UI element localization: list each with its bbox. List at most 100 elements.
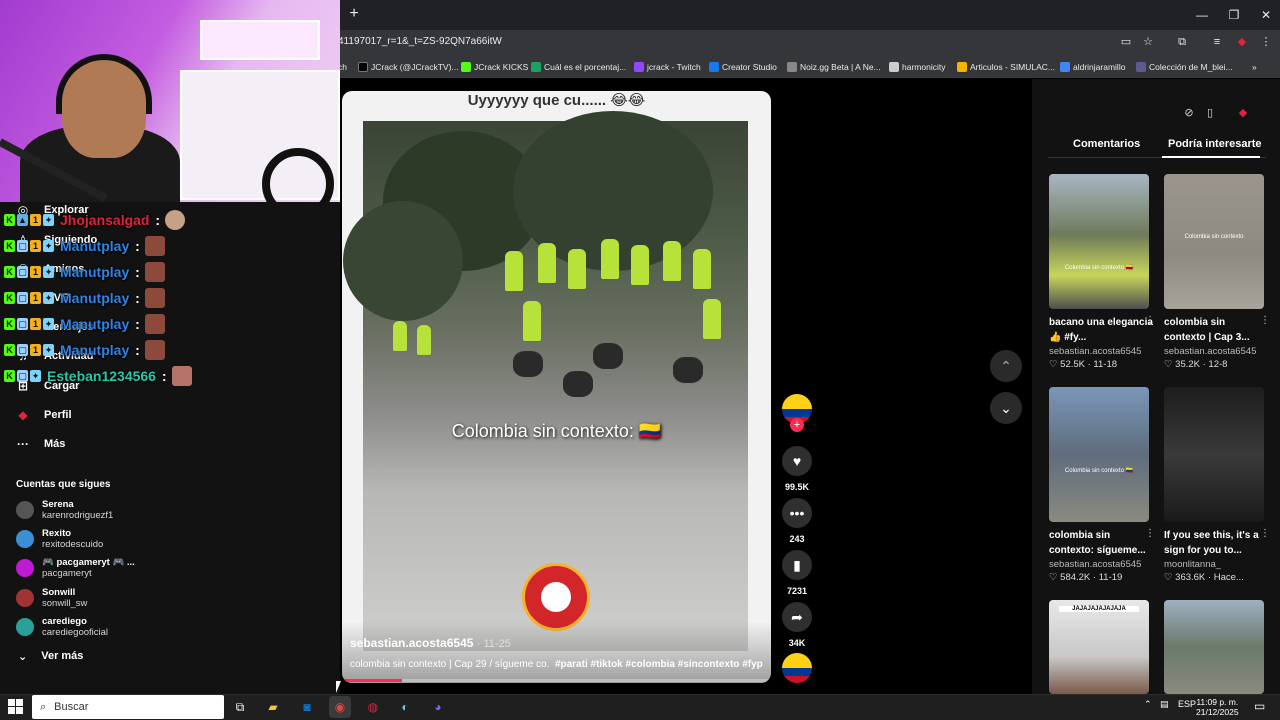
comment-icon[interactable]: •••	[782, 498, 812, 528]
profile-icon: ◆	[18, 408, 28, 422]
suggested-video-card[interactable]: JAJAJAJAJAJAJA	[1049, 600, 1153, 694]
share-action[interactable]: ➦ 34K	[782, 602, 812, 648]
suggested-video-card[interactable]: ⋮ If you see this, it's a sign for you t…	[1164, 387, 1270, 583]
avatar	[16, 501, 34, 519]
bookmark-icon[interactable]: ▮	[782, 550, 812, 580]
save-action[interactable]: ▮ 7231	[782, 550, 812, 596]
chat-username[interactable]: Esteban1234566	[47, 368, 156, 384]
more-options-icon[interactable]: ⋮	[1260, 528, 1270, 539]
suggested-video-card[interactable]: Colombia sin contexto 🇨🇴 ⋮ bacano una el…	[1049, 174, 1155, 370]
following-item[interactable]: Serena karenrodriguezf1	[16, 497, 113, 523]
menu-dots-icon[interactable]: ⋮	[1258, 34, 1274, 50]
video-thumbnail[interactable]	[1164, 387, 1264, 522]
extensions-icon[interactable]: ⧉	[1174, 34, 1190, 50]
more-options-icon[interactable]: ⋮	[1145, 528, 1155, 539]
taskbar-search[interactable]: ⌕ Buscar	[32, 695, 224, 719]
close-button[interactable]: ✕	[1254, 6, 1278, 24]
nav-mas[interactable]: ··· Más	[16, 433, 65, 455]
chevron-down-icon[interactable]: ⌄	[990, 392, 1022, 424]
following-item[interactable]: carediego carediegooficial	[16, 614, 108, 640]
task-view-icon[interactable]: ⧉	[229, 696, 251, 718]
bookmark-item[interactable]: Noiz.gg Beta | A Ne...	[787, 61, 881, 73]
chat-username[interactable]: Manutplay	[60, 290, 129, 306]
bookmark-item[interactable]: Creator Studio	[709, 61, 777, 73]
video-thumbnail[interactable]: Colombia sin contexto 🇨🇴	[1049, 387, 1149, 522]
video-thumbnail[interactable]: Colombia sin contexto	[1164, 174, 1264, 309]
url-text[interactable]: 41197017_r=1&_t=ZS-92QN7a66itW	[338, 36, 502, 47]
phone-icon[interactable]: ▯	[1201, 104, 1219, 122]
more-options-icon[interactable]: ⋮	[1145, 315, 1155, 326]
minimize-button[interactable]: —	[1190, 6, 1214, 24]
follow-plus-icon[interactable]: +	[790, 418, 804, 432]
chat-username[interactable]: Manutplay	[60, 264, 129, 280]
search-icon: ⌕	[40, 700, 47, 713]
bookmarks-overflow[interactable]: »	[1252, 61, 1257, 73]
new-tab-button[interactable]: +	[346, 4, 362, 24]
avatar	[16, 589, 34, 607]
bookmark-item[interactable]: jcrack - Twitch	[634, 61, 701, 73]
video-thumbnail[interactable]: JAJAJAJAJAJAJA	[1049, 600, 1149, 694]
bookmark-star-icon[interactable]: ☆	[1140, 34, 1156, 50]
bookmark-item[interactable]: Articulos - SIMULAC...	[957, 61, 1055, 73]
bookmark-item[interactable]: JCrack (@JCrackTV)...	[358, 61, 459, 73]
bookmark-item[interactable]: aldrinjaramillo	[1060, 61, 1125, 73]
bookmark-item[interactable]: JCrack KICKS	[461, 61, 528, 73]
chat-username[interactable]: Manutplay	[60, 342, 129, 358]
network-icon[interactable]: ▤	[1160, 699, 1169, 710]
bookmark-item[interactable]: Colección de M_blei...	[1136, 61, 1233, 73]
obs-icon[interactable]: ◍	[362, 696, 384, 718]
reading-list-icon[interactable]: ≡	[1209, 34, 1225, 50]
video-player[interactable]: Uyyyyyy que cu...... 😂😂 Colombia sin con…	[342, 91, 771, 683]
cast-icon[interactable]: ▭	[1118, 34, 1134, 50]
see-more-button[interactable]: ⌄ Ver más	[18, 650, 83, 663]
restore-button[interactable]: ❐	[1222, 6, 1246, 24]
suggested-video-card[interactable]	[1164, 600, 1268, 694]
outlook-icon[interactable]: ◙	[296, 696, 318, 718]
profile-icon[interactable]: ◆	[1234, 34, 1250, 50]
emote-icon	[144, 340, 165, 360]
chat-username[interactable]: Jhojansalgad	[60, 212, 149, 228]
chevron-down-icon: ⌄	[18, 651, 28, 663]
taskbar-clock[interactable]: 11:09 p. m. 21/12/2025	[1196, 697, 1239, 717]
bookmark-item[interactable]: Cuál es el porcentaj...	[531, 61, 626, 73]
like-count: 99.5K	[784, 482, 810, 492]
like-action[interactable]: ♥ 99.5K	[782, 446, 812, 492]
chat-username[interactable]: Manutplay	[60, 316, 129, 332]
sound-avatar[interactable]	[782, 653, 812, 683]
following-item[interactable]: Sonwill sonwill_sw	[16, 585, 87, 611]
video-date: · 11-25	[476, 638, 511, 650]
mouse-cursor-icon	[336, 681, 341, 693]
chrome-icon[interactable]: ◉	[329, 696, 351, 718]
chat-username[interactable]: Manutplay	[60, 238, 129, 254]
bookmark-item[interactable]: harmonicity	[889, 61, 945, 73]
suggested-video-card[interactable]: Colombia sin contexto ⋮ colombia sin con…	[1164, 174, 1270, 370]
more-options-icon[interactable]: ⋮	[1260, 315, 1270, 326]
heart-icon[interactable]: ♥	[782, 446, 812, 476]
video-thumbnail[interactable]	[1164, 600, 1264, 694]
compass-icon[interactable]: ⊘	[1180, 104, 1198, 122]
share-icon[interactable]: ➦	[782, 602, 812, 632]
video-progress-bar[interactable]	[342, 679, 771, 682]
windows-start-icon[interactable]	[8, 699, 24, 715]
steam-icon[interactable]: ◐	[394, 696, 416, 718]
language-indicator[interactable]: ESP	[1178, 699, 1196, 709]
video-thumbnail[interactable]: Colombia sin contexto 🇨🇴	[1049, 174, 1149, 309]
profile-icon[interactable]: ◆	[1234, 104, 1252, 122]
nav-perfil[interactable]: ◆ Perfil	[16, 404, 71, 426]
following-item[interactable]: 🎮 pacgameryt 🎮 ... pacgameryt	[16, 555, 135, 581]
avatar	[16, 530, 34, 548]
tab-podria-interesarte[interactable]: Podría interesarte	[1168, 138, 1262, 150]
discord-icon[interactable]: ◕	[427, 696, 449, 718]
following-item[interactable]: Rexito rexitodescuido	[16, 526, 103, 552]
author-avatar[interactable]: +	[782, 394, 812, 432]
notification-icon[interactable]: ▭	[1254, 699, 1265, 713]
chat-message: K ▢ 1 ✦ Manutplay :	[4, 235, 165, 257]
comment-action[interactable]: ••• 243	[782, 498, 812, 544]
video-author[interactable]: sebastian.acosta6545 · 11-25	[350, 636, 511, 650]
chevron-up-icon[interactable]: ⌃	[1144, 699, 1152, 710]
file-explorer-icon[interactable]: ▰	[262, 696, 284, 718]
chevron-up-icon[interactable]: ⌃	[990, 350, 1022, 382]
video-hashtags[interactable]: #parati #tiktok #colombia #sincontexto #…	[555, 659, 765, 670]
tab-comentarios[interactable]: Comentarios	[1073, 138, 1140, 150]
suggested-video-card[interactable]: Colombia sin contexto 🇨🇴 ⋮ colombia sin …	[1049, 387, 1155, 583]
